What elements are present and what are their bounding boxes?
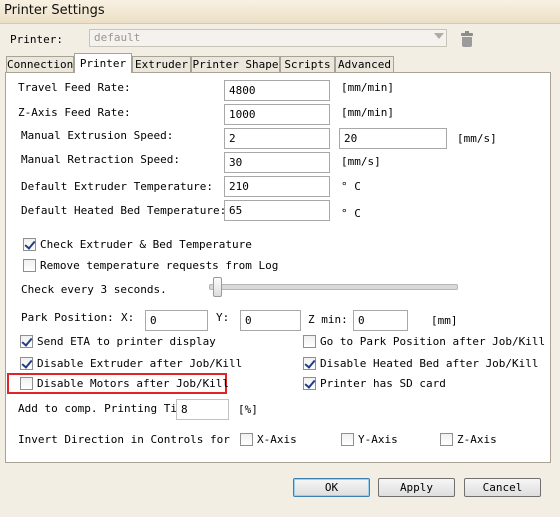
invert-z-axis-checkbox[interactable]	[440, 433, 453, 446]
invert-x-axis-label: X-Axis	[257, 433, 297, 446]
invert-direction-label: Invert Direction in Controls for	[18, 433, 230, 446]
tab-advanced[interactable]: Advanced	[335, 56, 394, 72]
default-bed-temp-label: Default Heated Bed Temperature:	[21, 204, 227, 217]
default-bed-temp-input[interactable]: 65	[224, 200, 330, 221]
check-interval-slider-handle[interactable]	[213, 277, 222, 297]
check-interval-slider[interactable]	[209, 284, 458, 290]
park-zmin-input[interactable]: 0	[353, 310, 408, 331]
invert-x-axis-checkbox[interactable]	[240, 433, 253, 446]
park-y-label: Y:	[216, 311, 230, 324]
manual-retraction-speed-input[interactable]: 30	[224, 152, 330, 173]
ok-button[interactable]: OK	[293, 478, 370, 497]
park-y-input[interactable]: 0	[240, 310, 301, 331]
park-x-label: X:	[121, 311, 135, 324]
default-extruder-temp-unit: ° C	[341, 180, 361, 193]
sd-card-label: Printer has SD card	[320, 377, 446, 390]
add-comp-time-unit: [%]	[238, 403, 258, 416]
default-extruder-temp-input[interactable]: 210	[224, 176, 330, 197]
invert-y-axis-checkbox[interactable]	[341, 433, 354, 446]
remove-temp-requests-label: Remove temperature requests from Log	[40, 259, 279, 272]
tab-scripts[interactable]: Scripts	[280, 56, 335, 72]
add-comp-time-label: Add to comp. Printing Time	[18, 402, 191, 415]
check-temperature-checkbox[interactable]	[23, 238, 36, 251]
send-eta-checkbox[interactable]	[20, 335, 33, 348]
go-to-park-label: Go to Park Position after Job/Kill	[320, 335, 546, 348]
park-position-label: Park Position:	[21, 311, 114, 324]
park-position-unit: [mm]	[431, 314, 458, 327]
send-eta-label: Send ETA to printer display	[37, 335, 216, 348]
z-axis-feed-rate-input[interactable]: 1000	[224, 104, 330, 125]
add-comp-time-input[interactable]: 8	[176, 399, 229, 420]
default-extruder-temp-label: Default Extruder Temperature:	[21, 180, 214, 193]
tab-connection[interactable]: Connection	[6, 56, 74, 72]
tab-printer[interactable]: Printer	[74, 53, 132, 73]
chevron-down-icon	[434, 33, 444, 39]
manual-retraction-speed-label: Manual Retraction Speed:	[21, 153, 180, 166]
travel-feed-rate-input[interactable]: 4800	[224, 80, 330, 101]
apply-button[interactable]: Apply	[378, 478, 455, 497]
park-zmin-label: Z min:	[308, 313, 348, 326]
disable-motors-label: Disable Motors after Job/Kill	[37, 377, 230, 390]
invert-z-axis-label: Z-Axis	[457, 433, 497, 446]
window-title: Printer Settings	[0, 0, 560, 24]
park-x-input[interactable]: 0	[145, 310, 208, 331]
disable-extruder-label: Disable Extruder after Job/Kill	[37, 357, 243, 370]
z-axis-feed-rate-unit: [mm/min]	[341, 106, 394, 119]
printer-select[interactable]: default	[89, 29, 447, 47]
disable-heated-bed-label: Disable Heated Bed after Job/Kill	[320, 357, 539, 370]
invert-y-axis-label: Y-Axis	[358, 433, 398, 446]
check-temperature-label: Check Extruder & Bed Temperature	[40, 238, 252, 251]
manual-extrusion-speed-unit: [mm/s]	[457, 132, 497, 145]
disable-extruder-checkbox[interactable]	[20, 357, 33, 370]
cancel-button[interactable]: Cancel	[464, 478, 541, 497]
remove-temp-requests-checkbox[interactable]	[23, 259, 36, 272]
manual-retraction-speed-unit: [mm/s]	[341, 155, 381, 168]
tab-printer-shape[interactable]: Printer Shape	[191, 56, 280, 72]
trash-icon[interactable]	[461, 31, 473, 47]
printer-select-value: default	[94, 31, 141, 44]
go-to-park-checkbox[interactable]	[303, 335, 316, 348]
manual-extrusion-speed-input[interactable]: 2	[224, 128, 330, 149]
printer-label: Printer:	[10, 33, 63, 46]
manual-extrusion-speed-label: Manual Extrusion Speed:	[21, 129, 174, 142]
disable-motors-checkbox[interactable]	[20, 377, 33, 390]
z-axis-feed-rate-label: Z-Axis Feed Rate:	[18, 106, 131, 119]
disable-heated-bed-checkbox[interactable]	[303, 357, 316, 370]
travel-feed-rate-unit: [mm/min]	[341, 81, 394, 94]
travel-feed-rate-label: Travel Feed Rate:	[18, 81, 131, 94]
sd-card-checkbox[interactable]	[303, 377, 316, 390]
tab-extruder[interactable]: Extruder	[132, 56, 191, 72]
default-bed-temp-unit: ° C	[341, 207, 361, 220]
manual-extrusion-speed-max-input[interactable]: 20	[339, 128, 447, 149]
check-interval-label: Check every 3 seconds.	[21, 283, 167, 296]
